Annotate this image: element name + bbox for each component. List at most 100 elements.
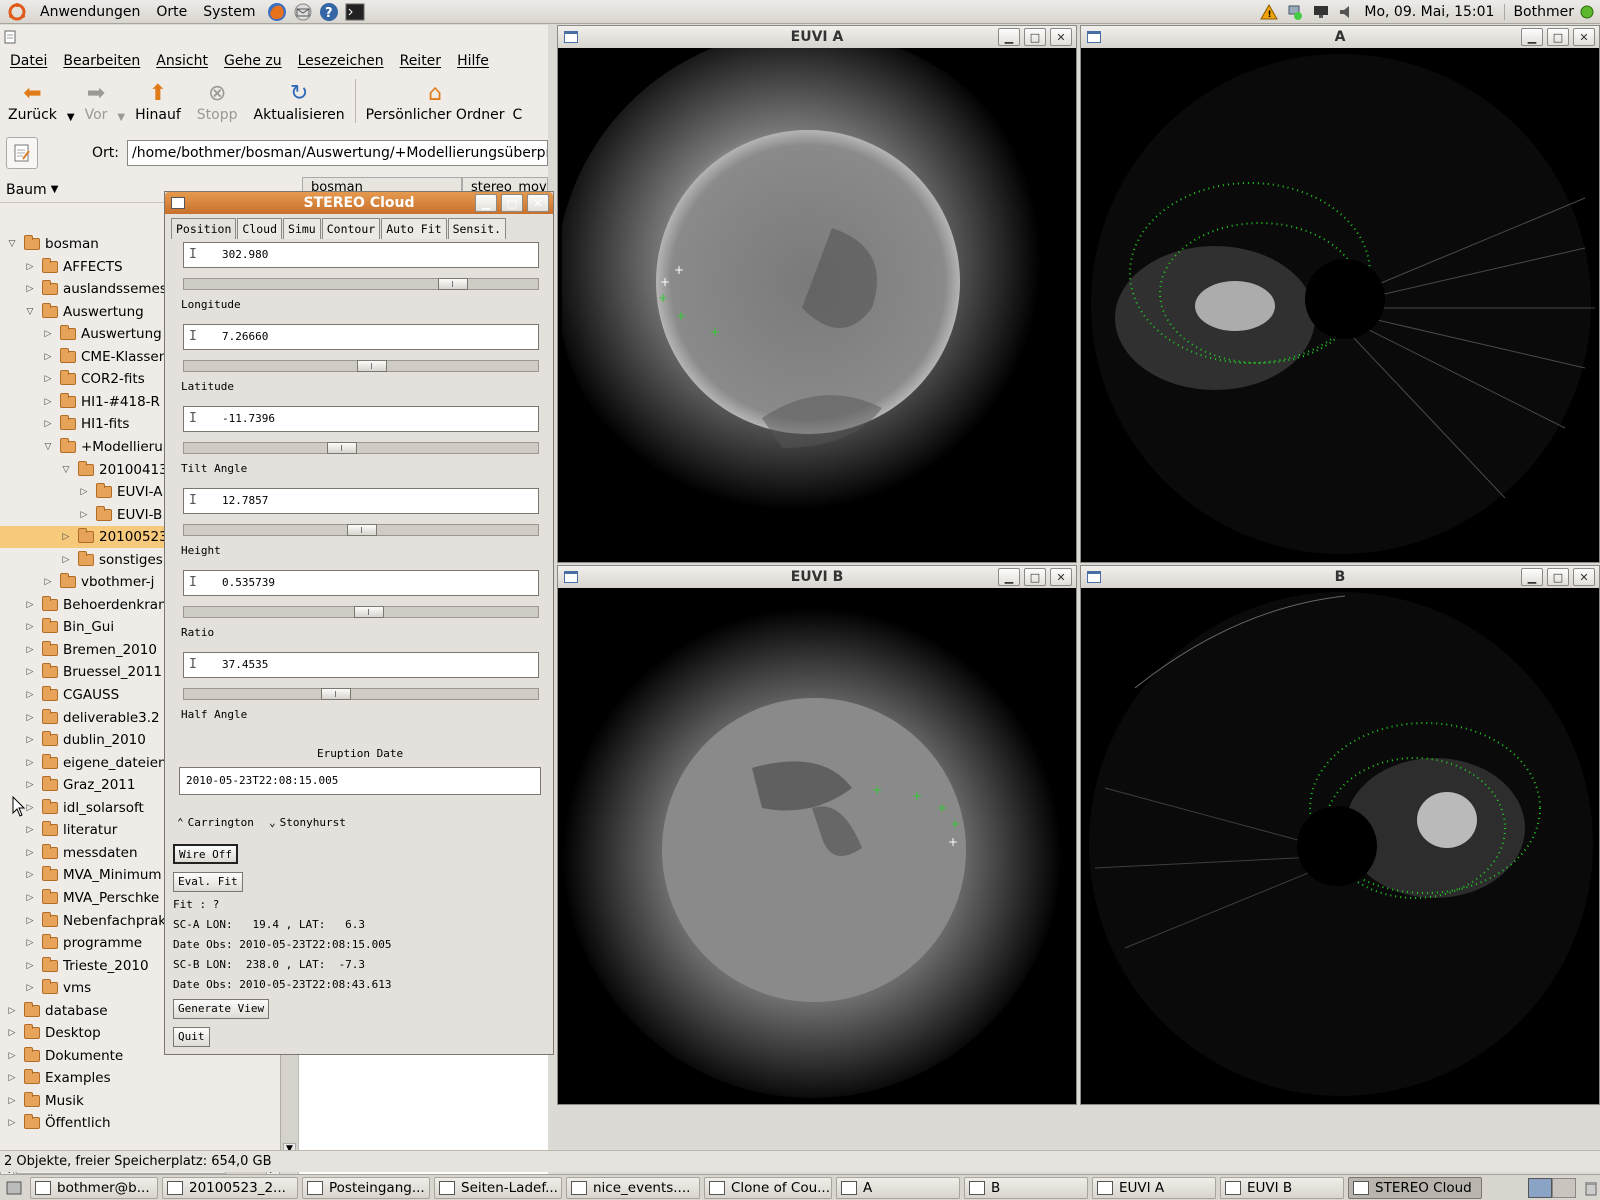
- expander-closed-icon[interactable]: ▷: [24, 734, 36, 746]
- euvi-b-image[interactable]: + + + + +: [562, 588, 1072, 1100]
- minimize-icon[interactable]: ▁: [1521, 28, 1543, 46]
- network-icon[interactable]: [1284, 2, 1306, 22]
- expander-closed-icon[interactable]: ▷: [6, 1072, 18, 1084]
- tree-item[interactable]: ▷ eigene_dateien: [0, 752, 167, 774]
- radio-carrington[interactable]: ⌃ Carrington: [177, 816, 254, 829]
- close-icon[interactable]: ✕: [1050, 28, 1072, 46]
- expander-closed-icon[interactable]: ▷: [24, 283, 36, 295]
- window-icon[interactable]: [171, 197, 185, 209]
- tree-item[interactable]: ▷ vms: [0, 977, 91, 999]
- slider-knob[interactable]: [327, 442, 357, 454]
- window-icon[interactable]: [564, 31, 578, 43]
- expander-closed-icon[interactable]: ▷: [24, 666, 36, 678]
- tree-item[interactable]: ▽ Auswertung: [0, 301, 144, 323]
- expander-closed-icon[interactable]: ▷: [24, 847, 36, 859]
- parameter-slider[interactable]: [183, 688, 539, 700]
- minimize-icon[interactable]: ▁: [475, 194, 497, 212]
- parameter-input[interactable]: 0.535739: [183, 570, 539, 596]
- tree-item[interactable]: ▷ Trieste_2010: [0, 955, 149, 977]
- expander-closed-icon[interactable]: ▷: [60, 531, 72, 543]
- expander-closed-icon[interactable]: ▷: [42, 396, 54, 408]
- menu-bearbeiten[interactable]: Bearbeiten: [55, 53, 148, 69]
- tree-item[interactable]: ▷ CME-Klassen: [0, 346, 167, 368]
- tree-item[interactable]: ▷ HI1-fits: [0, 413, 129, 435]
- close-icon[interactable]: ✕: [1573, 568, 1595, 586]
- tree-item[interactable]: ▷ programme: [0, 932, 142, 954]
- menu-hilfe[interactable]: Hilfe: [449, 53, 497, 69]
- tab-contour[interactable]: Contour: [321, 218, 381, 239]
- expander-open-icon[interactable]: ▽: [6, 238, 18, 250]
- taskbar-item[interactable]: A: [836, 1176, 960, 1199]
- expander-closed-icon[interactable]: ▷: [24, 712, 36, 724]
- menu-system[interactable]: System: [195, 4, 263, 20]
- expander-closed-icon[interactable]: ▷: [6, 1117, 18, 1129]
- expander-closed-icon[interactable]: ▷: [24, 892, 36, 904]
- expander-closed-icon[interactable]: ▷: [24, 779, 36, 791]
- menu-ansicht[interactable]: Ansicht: [148, 53, 216, 69]
- tree-item[interactable]: ▷ EUVI-A: [0, 481, 162, 503]
- tree-item[interactable]: ▷ Graz_2011: [0, 774, 135, 796]
- menu-reiter[interactable]: Reiter: [392, 53, 449, 69]
- tree-item[interactable]: ▷ messdaten: [0, 842, 138, 864]
- expander-closed-icon[interactable]: ▷: [42, 373, 54, 385]
- tree-item[interactable]: ▷ Auswertung: [0, 323, 162, 345]
- expander-closed-icon[interactable]: ▷: [24, 824, 36, 836]
- volume-icon[interactable]: [1336, 2, 1358, 22]
- expander-closed-icon[interactable]: ▷: [6, 1027, 18, 1039]
- forward-button[interactable]: ➡ Vor: [77, 81, 116, 123]
- close-icon[interactable]: ✕: [1573, 28, 1595, 46]
- title-bar[interactable]: EUVI A ▁ □ ✕: [558, 26, 1076, 48]
- taskbar-item[interactable]: B: [964, 1176, 1088, 1199]
- parameter-input[interactable]: 37.4535: [183, 652, 539, 678]
- expander-closed-icon[interactable]: ▷: [78, 486, 90, 498]
- taskbar-item[interactable]: EUVI A: [1092, 1176, 1216, 1199]
- expander-closed-icon[interactable]: ▷: [24, 915, 36, 927]
- maximize-icon[interactable]: □: [501, 194, 523, 212]
- euvi-a-image[interactable]: + + + + +: [562, 48, 1072, 558]
- eval-fit-button[interactable]: Eval. Fit: [173, 872, 243, 892]
- forward-history-dropdown[interactable]: ▼: [115, 112, 127, 123]
- tree-item[interactable]: ▷ sonstiges: [0, 549, 163, 571]
- up-button[interactable]: ⬆ Hinauf: [127, 81, 189, 123]
- expander-open-icon[interactable]: ▽: [60, 464, 72, 476]
- parameter-input[interactable]: 12.7857: [183, 488, 539, 514]
- maximize-icon[interactable]: □: [1547, 568, 1569, 586]
- parameter-input[interactable]: 302.980: [183, 242, 539, 268]
- tree-item[interactable]: ▷ Dokumente: [0, 1045, 123, 1067]
- tab-auto-fit[interactable]: Auto Fit: [381, 218, 447, 239]
- expander-closed-icon[interactable]: ▷: [6, 1005, 18, 1017]
- window-icon[interactable]: [1087, 571, 1101, 583]
- expander-closed-icon[interactable]: ▷: [24, 261, 36, 273]
- quit-button[interactable]: Quit: [173, 1027, 210, 1047]
- expander-closed-icon[interactable]: ▷: [24, 937, 36, 949]
- tree-item[interactable]: ▷ MVA_Perschke: [0, 887, 159, 909]
- tree-item[interactable]: ▷ literatur: [0, 819, 117, 841]
- slider-knob[interactable]: [347, 524, 377, 536]
- radio-stonyhurst[interactable]: ⌄ Stonyhurst: [269, 816, 346, 829]
- maximize-icon[interactable]: □: [1024, 28, 1046, 46]
- back-button[interactable]: ⬅ Zurück: [0, 81, 65, 123]
- show-desktop-icon[interactable]: [4, 1178, 24, 1198]
- parameter-input[interactable]: -11.7396: [183, 406, 539, 432]
- title-bar[interactable]: B ▁ □ ✕: [1081, 566, 1599, 588]
- tree-item[interactable]: ▷ HI1-#418-R: [0, 391, 160, 413]
- expander-closed-icon[interactable]: ▷: [24, 869, 36, 881]
- parameter-input[interactable]: 7.26660: [183, 324, 539, 350]
- slider-knob[interactable]: [354, 606, 384, 618]
- minimize-icon[interactable]: ▁: [998, 568, 1020, 586]
- tree-item[interactable]: ▷ CGAUSS: [0, 684, 119, 706]
- clock[interactable]: Mo, 09. Mai, 15:01: [1364, 4, 1494, 20]
- expander-closed-icon[interactable]: ▷: [42, 351, 54, 363]
- taskbar-item[interactable]: EUVI B: [1220, 1176, 1344, 1199]
- expander-open-icon[interactable]: ▽: [24, 306, 36, 318]
- tree-item[interactable]: ▽ 20100413: [0, 459, 168, 481]
- expander-closed-icon[interactable]: ▷: [24, 599, 36, 611]
- window-menu-icon[interactable]: [0, 25, 548, 49]
- cor2-a-image[interactable]: [1085, 48, 1595, 558]
- tab-sensit[interactable]: Sensit.: [447, 218, 507, 239]
- minimize-icon[interactable]: ▁: [1521, 568, 1543, 586]
- wire-off-button[interactable]: Wire Off: [173, 844, 238, 864]
- taskbar-item[interactable]: Seiten-Ladef...: [434, 1176, 562, 1199]
- parameter-slider[interactable]: [183, 278, 539, 290]
- tree-item[interactable]: ▷ Bremen_2010: [0, 639, 157, 661]
